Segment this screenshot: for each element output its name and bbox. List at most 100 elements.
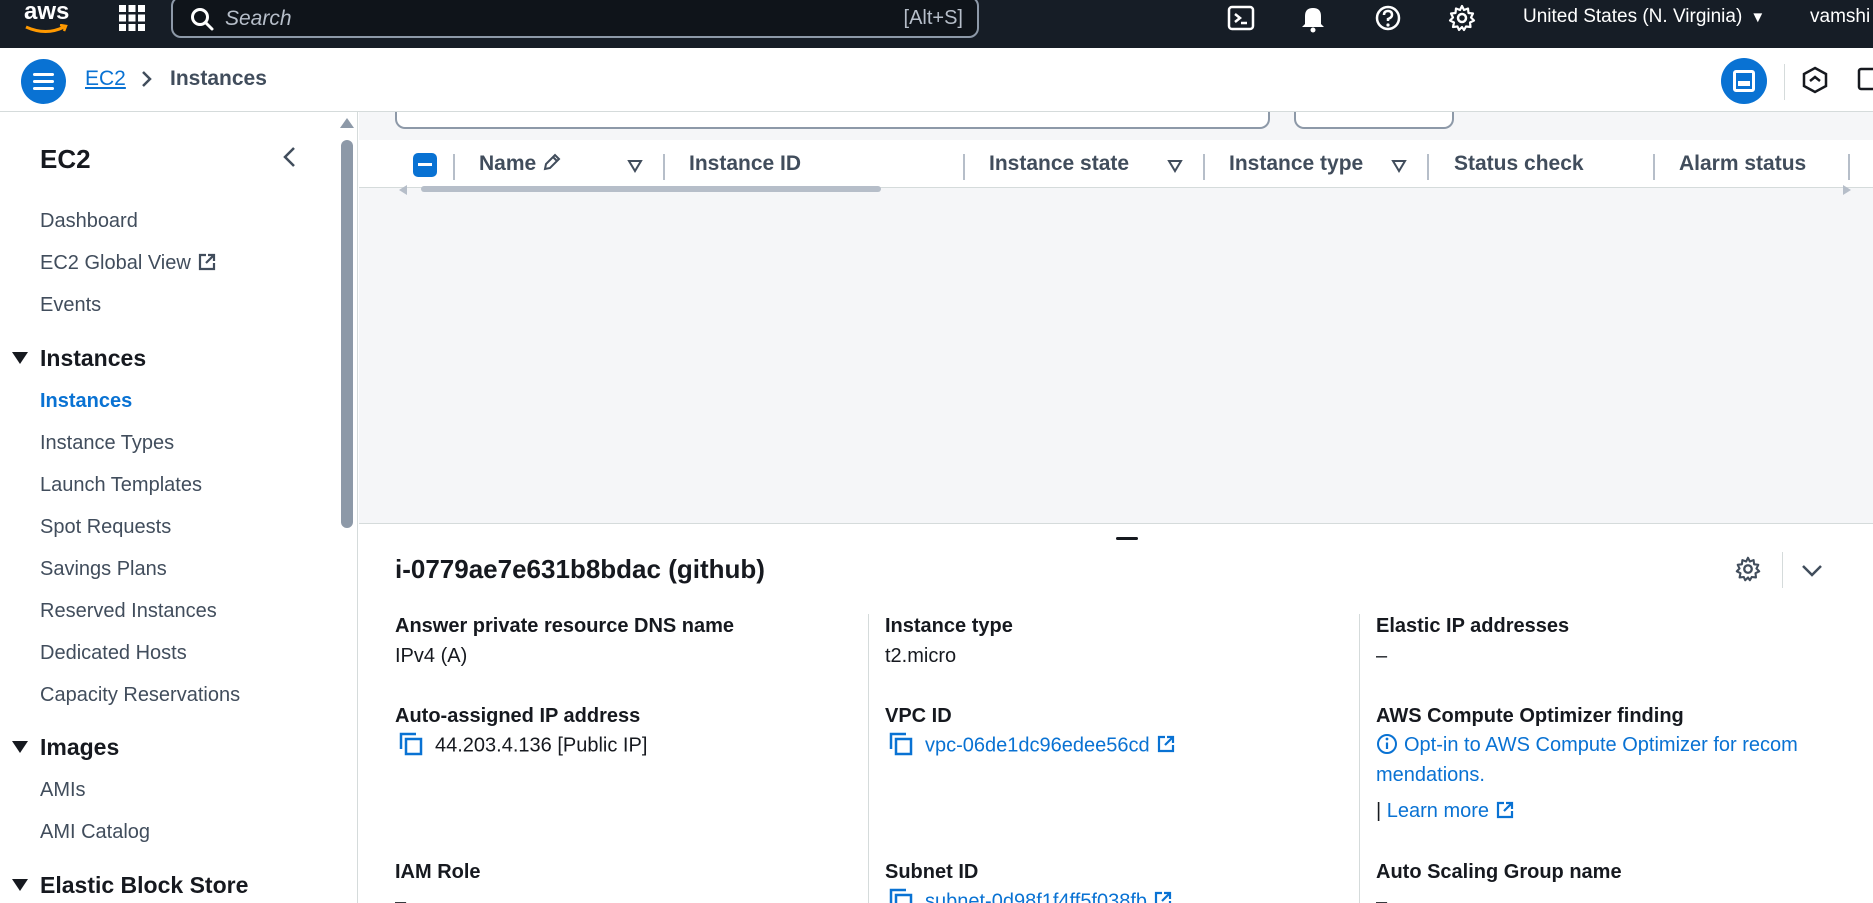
- help-icon[interactable]: [1372, 2, 1404, 34]
- dns-name-key: Answer private resource DNS name: [395, 615, 735, 637]
- elastic-ip-key: Elastic IP addresses: [1376, 615, 1570, 637]
- column-divider[interactable]: [1653, 154, 1655, 180]
- aws-smile-icon: [25, 24, 68, 33]
- search-shortcut-hint: [Alt+S]: [903, 7, 963, 29]
- sidebar-item-spot-requests[interactable]: Spot Requests: [40, 516, 171, 539]
- sidebar-item-events[interactable]: Events: [40, 294, 101, 317]
- horizontal-scroll-left-arrow[interactable]: [399, 185, 407, 195]
- top-navigation-bar: aws Search [Alt+S] United States (N. Vir…: [0, 0, 1873, 48]
- column-header-alarm-status[interactable]: Alarm status: [1679, 152, 1806, 176]
- sidebar-section-label: Elastic Block Store: [40, 872, 249, 898]
- column-header-instance-state[interactable]: Instance state: [989, 152, 1129, 176]
- split-panel-border: [359, 523, 1873, 524]
- sidebar-item-ec2-global-view[interactable]: EC2 Global View: [40, 252, 217, 275]
- feedback-icon[interactable]: [1856, 66, 1873, 94]
- column-divider[interactable]: [453, 154, 455, 180]
- split-panel-settings-gear-icon[interactable]: [1733, 554, 1763, 584]
- side-navigation: EC2 Dashboard EC2 Global View Events Ins…: [0, 112, 358, 903]
- elastic-ip-value: –: [1376, 645, 1388, 667]
- instances-state-filter[interactable]: [1294, 112, 1454, 129]
- iam-role-key: IAM Role: [395, 861, 481, 883]
- column-divider[interactable]: [1848, 154, 1850, 180]
- breadcrumb-ec2-link[interactable]: EC2: [85, 67, 126, 91]
- column-divider[interactable]: [1427, 154, 1429, 180]
- external-link-icon[interactable]: [1156, 734, 1176, 754]
- main-content: Name Instance ID Instance state Instance…: [359, 112, 1873, 903]
- sidebar-item-dedicated-hosts[interactable]: Dedicated Hosts: [40, 642, 187, 665]
- column-divider[interactable]: [663, 154, 665, 180]
- toolbar-divider: [1784, 64, 1785, 100]
- instance-type-key: Instance type: [885, 615, 1013, 637]
- external-link-icon[interactable]: [1495, 800, 1515, 820]
- sidebar-item-reserved-instances[interactable]: Reserved Instances: [40, 600, 217, 623]
- vpc-id-link[interactable]: vpc-06de1dc96edee56cd: [925, 734, 1150, 756]
- copy-icon[interactable]: [399, 732, 423, 756]
- notifications-bell-icon[interactable]: [1297, 2, 1329, 34]
- sidebar-item-amis[interactable]: AMIs: [40, 779, 86, 802]
- sort-caret-icon[interactable]: [1167, 159, 1183, 173]
- account-menu[interactable]: vamshi: [1810, 6, 1870, 28]
- aws-logo[interactable]: aws: [22, 0, 72, 40]
- instances-table-header: Name Instance ID Instance state Instance…: [359, 140, 1873, 188]
- cloudshell-icon[interactable]: [1225, 2, 1257, 34]
- sidebar-title[interactable]: EC2: [40, 144, 91, 175]
- split-panel-resize-handle[interactable]: [1116, 537, 1138, 540]
- vpc-id-key: VPC ID: [885, 705, 952, 727]
- external-link-icon[interactable]: [1153, 890, 1173, 903]
- auto-ip-value: 44.203.4.136 [Public IP]: [399, 732, 647, 758]
- column-header-instance-type[interactable]: Instance type: [1229, 152, 1363, 176]
- sidebar-section-images[interactable]: Images: [12, 734, 119, 761]
- sort-caret-icon[interactable]: [1391, 159, 1407, 173]
- caret-down-icon: [12, 878, 28, 891]
- column-header-status-check[interactable]: Status check: [1454, 152, 1584, 176]
- learn-more-link[interactable]: Learn more: [1387, 800, 1489, 822]
- column-divider[interactable]: [1203, 154, 1205, 180]
- chevron-down-icon[interactable]: [1799, 558, 1825, 584]
- learn-more-row: | Learn more: [1376, 800, 1515, 823]
- copy-icon[interactable]: [889, 732, 913, 756]
- copy-icon[interactable]: [889, 888, 913, 903]
- asg-name-key: Auto Scaling Group name: [1376, 861, 1622, 883]
- sidebar-item-savings-plans[interactable]: Savings Plans: [40, 558, 167, 581]
- column-header-instance-id[interactable]: Instance ID: [689, 152, 801, 176]
- sidebar-item-launch-templates[interactable]: Launch Templates: [40, 474, 202, 497]
- global-search-input[interactable]: Search [Alt+S]: [171, 0, 979, 38]
- scrollbar-up-arrow[interactable]: [340, 118, 354, 128]
- sidebar-item-dashboard[interactable]: Dashboard: [40, 210, 138, 233]
- subnet-id-link[interactable]: subnet-0d98f1f4ff5f038fb: [925, 890, 1147, 903]
- horizontal-scrollbar-thumb[interactable]: [421, 186, 881, 192]
- select-all-checkbox[interactable]: [413, 153, 437, 177]
- hexagon-info-icon[interactable]: [1801, 66, 1829, 94]
- asg-name-value: –: [1376, 891, 1388, 903]
- settings-gear-icon[interactable]: [1446, 2, 1478, 34]
- subnet-id-key: Subnet ID: [885, 861, 979, 883]
- detail-header-divider: [1782, 552, 1783, 588]
- sidebar-item-ami-catalog[interactable]: AMI Catalog: [40, 821, 150, 844]
- sort-caret-icon[interactable]: [627, 159, 643, 173]
- services-grid-icon[interactable]: [117, 3, 147, 33]
- sidebar-scrollbar-thumb[interactable]: [341, 140, 353, 528]
- caret-down-icon: [12, 351, 28, 364]
- sidebar-item-label: EC2 Global View: [40, 252, 191, 274]
- sidebar-item-instances[interactable]: Instances: [40, 390, 132, 413]
- sidebar-item-instance-types[interactable]: Instance Types: [40, 432, 174, 455]
- compute-optimizer-optin-link[interactable]: Opt-in to AWS Compute Optimizer for reco…: [1376, 733, 1798, 757]
- instances-filter-input[interactable]: [395, 112, 1270, 129]
- compute-optimizer-line1: Opt-in to AWS Compute Optimizer for reco…: [1404, 734, 1798, 756]
- aws-logo-text: aws: [24, 0, 70, 25]
- column-divider[interactable]: [963, 154, 965, 180]
- pipe-separator: |: [1376, 800, 1382, 822]
- column-header-name[interactable]: Name: [479, 152, 562, 176]
- sidebar-section-elastic-block-store[interactable]: Elastic Block Store: [12, 872, 248, 899]
- sidebar-item-capacity-reservations[interactable]: Capacity Reservations: [40, 684, 240, 707]
- vpc-id-value: vpc-06de1dc96edee56cd: [889, 732, 1176, 758]
- split-panel-toggle-button[interactable]: [1721, 58, 1767, 104]
- sidebar-section-instances[interactable]: Instances: [12, 345, 146, 372]
- region-selector[interactable]: United States (N. Virginia) ▼: [1523, 6, 1765, 28]
- horizontal-scroll-right-arrow[interactable]: [1843, 185, 1851, 195]
- breadcrumb-bar: EC2 Instances: [0, 48, 1873, 112]
- auto-ip-key: Auto-assigned IP address: [395, 705, 641, 727]
- side-navigation-toggle-button[interactable]: [21, 59, 66, 104]
- compute-optimizer-line2[interactable]: mendations.: [1376, 764, 1485, 787]
- chevron-left-icon[interactable]: [278, 145, 302, 169]
